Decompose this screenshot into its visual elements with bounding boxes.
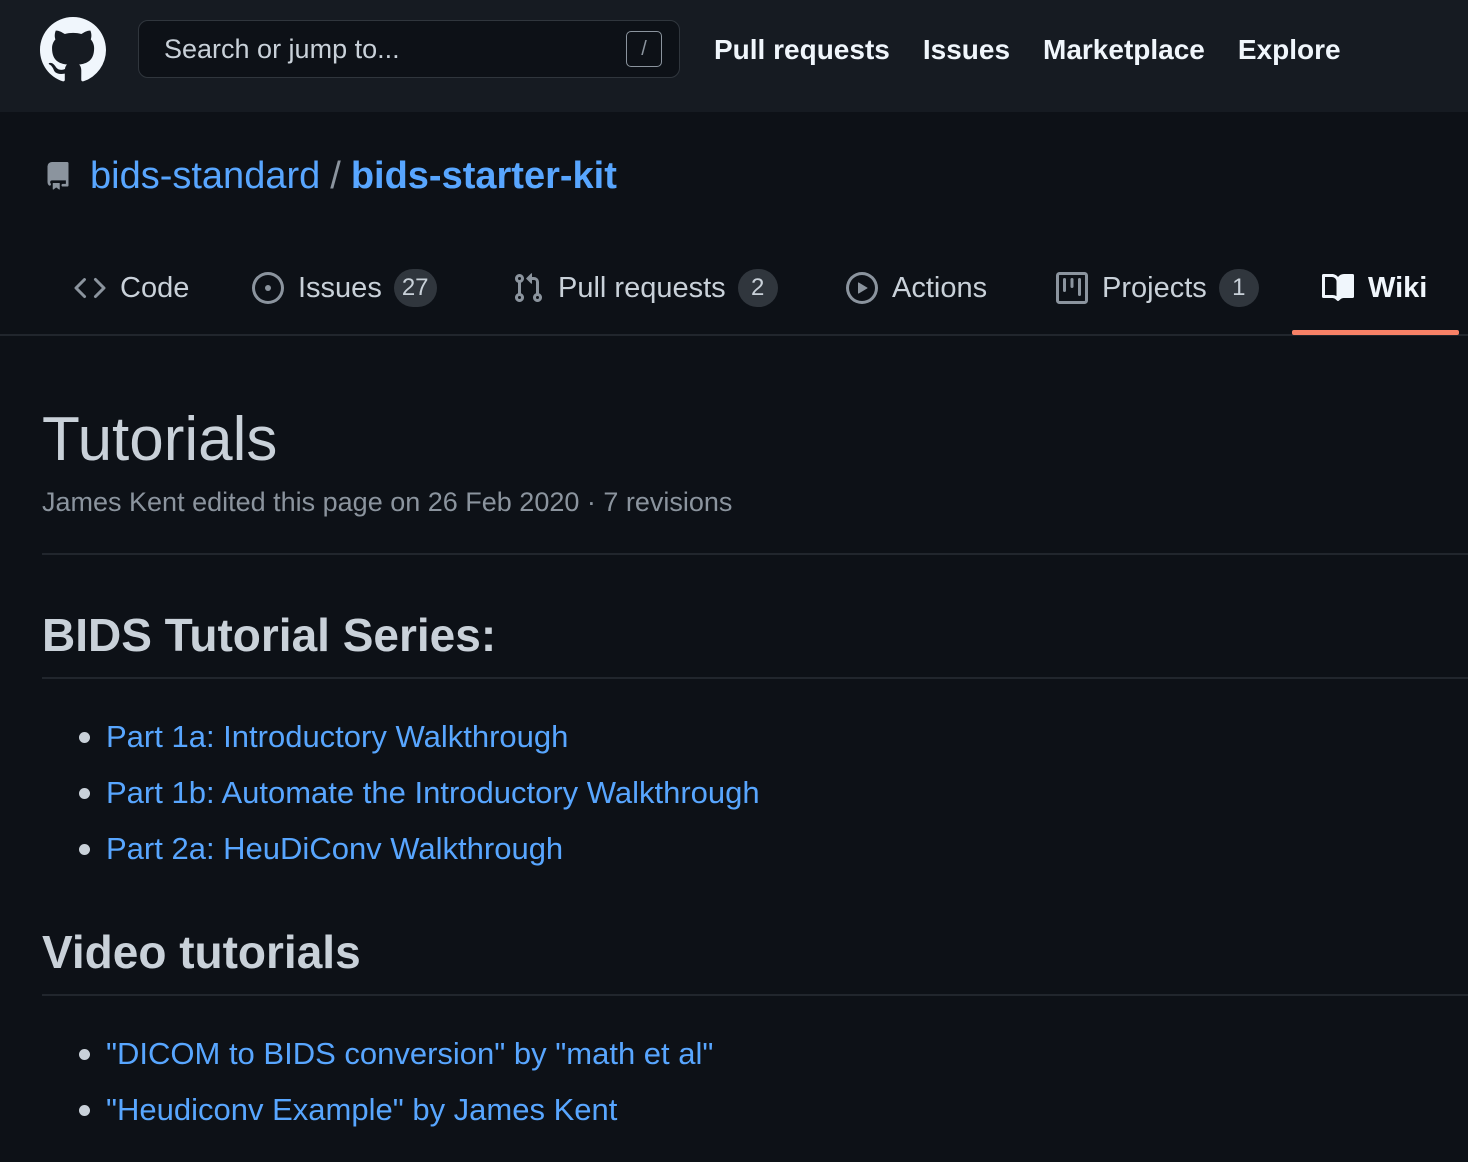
issue-opened-icon xyxy=(252,272,284,304)
selected-tab-indicator xyxy=(1292,330,1459,335)
repo-name-link[interactable]: bids-starter-kit xyxy=(351,155,617,198)
video-tutorial-link[interactable]: "Heudiconv Example" by James Kent xyxy=(106,1092,617,1127)
repo-separator: / xyxy=(330,154,341,197)
book-icon xyxy=(1322,273,1354,301)
tutorial-link[interactable]: Part 1b: Automate the Introductory Walkt… xyxy=(106,775,760,810)
repo-breadcrumb: bids-standard / bids-starter-kit xyxy=(44,148,617,204)
page-title: Tutorials xyxy=(42,405,278,474)
title-divider xyxy=(42,553,1468,555)
search-box: / xyxy=(138,20,680,78)
tab-actions[interactable]: Actions xyxy=(846,240,987,336)
play-icon xyxy=(846,272,878,304)
code-icon xyxy=(74,277,106,299)
git-pull-request-icon xyxy=(514,273,543,303)
nav-explore[interactable]: Explore xyxy=(1238,30,1341,70)
list-item: Part 1a: Introductory Walkthrough xyxy=(42,709,760,765)
tab-code-label: Code xyxy=(120,271,190,304)
tutorial-link[interactable]: Part 2a: HeuDiConv Walkthrough xyxy=(106,831,563,866)
github-logo-icon[interactable] xyxy=(40,17,106,83)
tab-code[interactable]: Code xyxy=(74,240,189,336)
section-heading-video-tutorials: Video tutorials xyxy=(42,926,361,978)
video-tutorial-link[interactable]: "DICOM to BIDS conversion" by "math et a… xyxy=(106,1036,713,1071)
repo-tabs: Code Issues 27 Pull requests 2 Actions P… xyxy=(0,240,1468,336)
list-item: "Heudiconv Example" by James Kent xyxy=(42,1082,713,1138)
nav-issues[interactable]: Issues xyxy=(923,30,1010,70)
page-edit-meta: James Kent edited this page on 26 Feb 20… xyxy=(42,487,733,517)
tab-pull-requests-label: Pull requests xyxy=(558,271,726,304)
nav-pull-requests[interactable]: Pull requests xyxy=(714,30,890,70)
section-divider xyxy=(42,994,1468,996)
tab-pull-requests[interactable]: Pull requests 2 xyxy=(512,240,778,336)
video-tutorials-list: "DICOM to BIDS conversion" by "math et a… xyxy=(42,1026,713,1138)
nav-marketplace[interactable]: Marketplace xyxy=(1043,30,1205,70)
list-item: Part 1b: Automate the Introductory Walkt… xyxy=(42,765,760,821)
tutorial-series-list: Part 1a: Introductory Walkthrough Part 1… xyxy=(42,709,760,877)
section-divider xyxy=(42,677,1468,679)
section-heading-tutorial-series: BIDS Tutorial Series: xyxy=(42,609,497,661)
tab-projects-label: Projects xyxy=(1102,271,1207,304)
project-icon xyxy=(1056,272,1088,304)
list-item: "DICOM to BIDS conversion" by "math et a… xyxy=(42,1026,713,1082)
list-item: Part 2a: HeuDiConv Walkthrough xyxy=(42,821,760,877)
repo-icon xyxy=(47,162,69,190)
repo-owner-link[interactable]: bids-standard xyxy=(90,155,320,198)
tab-issues-label: Issues xyxy=(298,271,382,304)
tab-wiki[interactable]: Wiki xyxy=(1322,240,1427,336)
search-shortcut-key: / xyxy=(626,31,662,67)
global-header: / Pull requests Issues Marketplace Explo… xyxy=(0,0,1468,112)
global-nav: Pull requests Issues Marketplace Explore xyxy=(714,30,1374,70)
issues-count-badge: 27 xyxy=(393,269,437,307)
tab-issues[interactable]: Issues 27 xyxy=(252,240,437,336)
tab-projects[interactable]: Projects 1 xyxy=(1056,240,1259,336)
search-input[interactable] xyxy=(139,21,609,77)
tab-wiki-label: Wiki xyxy=(1368,271,1428,304)
projects-count-badge: 1 xyxy=(1218,269,1259,307)
tutorial-link[interactable]: Part 1a: Introductory Walkthrough xyxy=(106,719,568,754)
tab-actions-label: Actions xyxy=(892,271,988,304)
pull-requests-count-badge: 2 xyxy=(737,269,778,307)
